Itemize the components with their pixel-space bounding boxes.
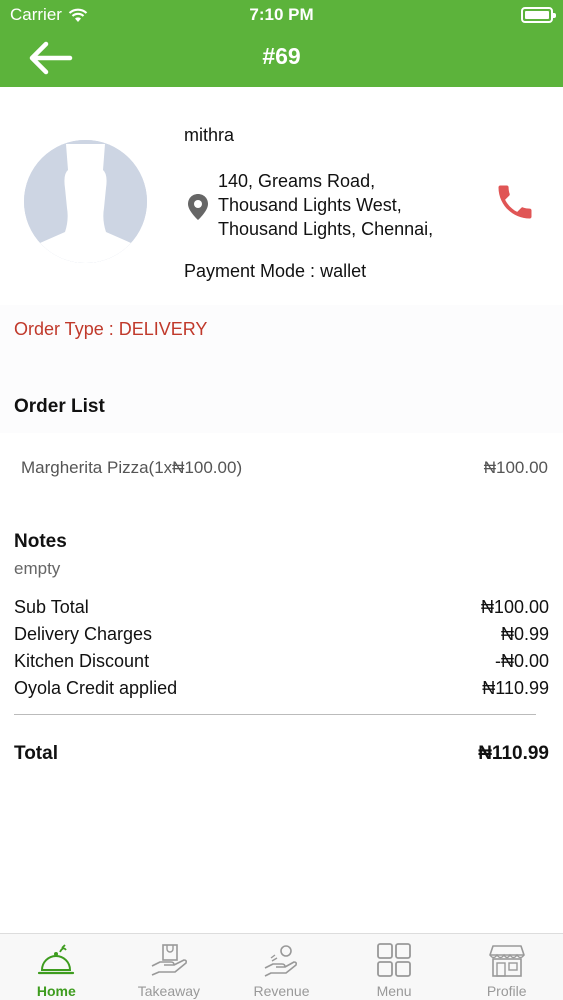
address-line: Thousand Lights West,: [218, 195, 402, 215]
notes-text: empty: [14, 559, 61, 578]
summary-row-credit: Oyola Credit applied ₦110.99: [14, 678, 549, 699]
top-header: Carrier 7:10 PM #69: [0, 0, 563, 87]
summary-label: Delivery Charges: [14, 624, 153, 644]
tab-label: Home: [36, 983, 76, 999]
total-value: ₦110.99: [478, 743, 549, 764]
customer-card: mithra 140, Greams Road, Thousand Lights…: [0, 87, 563, 305]
payment-mode: Payment Mode : wallet: [184, 261, 367, 281]
bag-hand-icon: [151, 944, 187, 976]
tab-label: Takeaway: [137, 983, 201, 999]
tab-home[interactable]: Home: [0, 934, 113, 1000]
total-row: Total ₦110.99: [14, 743, 549, 765]
customer-address: 140, Greams Road, Thousand Lights West, …: [218, 169, 433, 241]
status-bar: Carrier 7:10 PM: [0, 0, 563, 30]
bottom-tab-bar: Home Takeaway Revenue Menu Profile: [0, 933, 563, 1000]
summary-label: Kitchen Discount: [14, 651, 150, 671]
nav-bar: #69: [0, 30, 563, 87]
store-icon: [488, 945, 525, 977]
battery-icon: [521, 7, 556, 23]
summary-row-subtotal: Sub Total ₦100.00: [14, 597, 549, 618]
tab-revenue[interactable]: Revenue: [225, 934, 338, 1000]
address-line: 140, Greams Road,: [218, 171, 376, 191]
order-type: Order Type : DELIVERY: [14, 319, 208, 339]
tab-label: Revenue: [253, 983, 310, 999]
location-pin-icon: [188, 194, 208, 220]
summary-label: Oyola Credit applied: [14, 678, 178, 698]
revenue-hand-icon: [265, 945, 298, 977]
summary-value: ₦100.00: [480, 597, 549, 617]
cloche-icon: [38, 944, 75, 975]
summary-label: Sub Total: [14, 597, 89, 617]
clock: 7:10 PM: [249, 5, 314, 24]
notes-heading: Notes: [14, 531, 67, 552]
order-list-heading: Order List: [14, 396, 105, 417]
list-item: Margherita Pizza(1x₦100.00) ₦100.00: [0, 433, 563, 503]
avatar: [24, 140, 147, 263]
customer-name: mithra: [184, 125, 235, 145]
total-label: Total: [14, 743, 58, 764]
address-line: Thousand Lights, Chennai,: [218, 219, 434, 239]
tab-takeaway[interactable]: Takeaway: [113, 934, 226, 1000]
summary-value: ₦110.99: [482, 678, 549, 698]
item-price: ₦100.00: [483, 458, 548, 477]
tab-profile[interactable]: Profile: [450, 934, 563, 1000]
summary-value: -₦0.00: [494, 651, 549, 671]
divider: [14, 714, 536, 715]
tab-label: Profile: [486, 983, 527, 999]
tab-label: Menu: [376, 983, 412, 999]
item-name: Margherita Pizza(1x₦100.00): [21, 458, 243, 477]
order-type-section: Order Type : DELIVERY Order List: [0, 305, 563, 433]
phone-icon[interactable]: [493, 180, 537, 224]
summary-value: ₦0.99: [500, 624, 549, 644]
summary-row-delivery: Delivery Charges ₦0.99: [14, 624, 549, 645]
tab-menu[interactable]: Menu: [338, 934, 451, 1000]
page-title: #69: [262, 43, 301, 69]
grid-icon: [377, 943, 411, 977]
person-silhouette-icon: [24, 140, 147, 263]
summary-row-discount: Kitchen Discount -₦0.00: [14, 651, 549, 672]
